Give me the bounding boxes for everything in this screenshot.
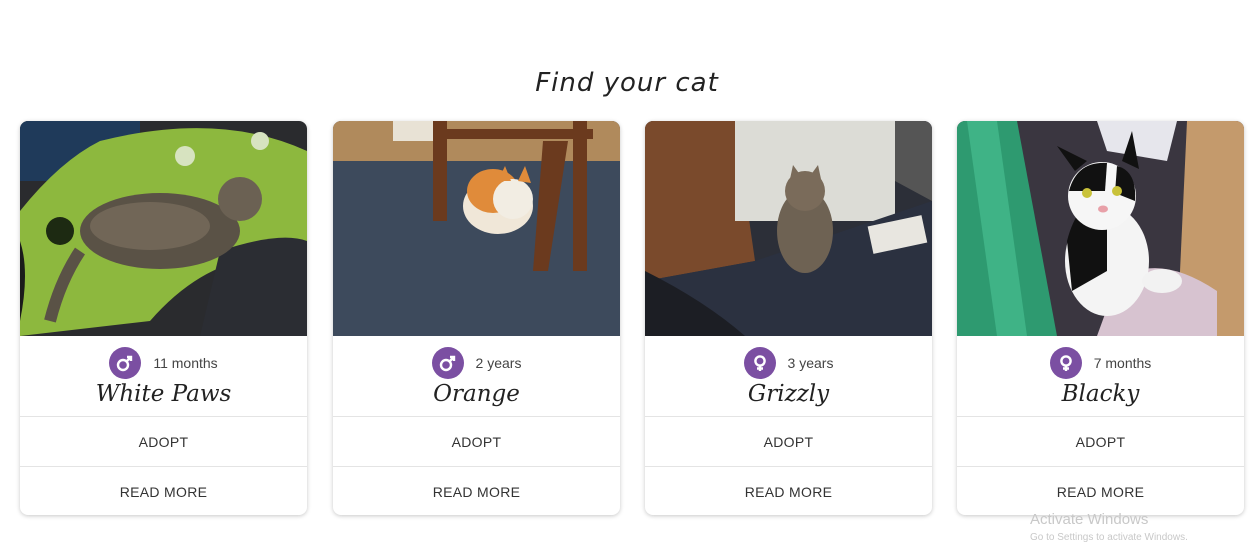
cat-photo xyxy=(333,121,620,336)
adopt-button[interactable]: ADOPT xyxy=(20,416,307,466)
cat-name: Blacky xyxy=(1061,381,1140,407)
cat-photo xyxy=(20,121,307,336)
adopt-button[interactable]: ADOPT xyxy=(645,416,932,466)
male-icon xyxy=(431,347,464,379)
cat-card-blacky: 7 months Blacky ADOPT READ MORE xyxy=(957,121,1244,515)
cat-card-white-paws: 11 months White Paws ADOPT READ MORE xyxy=(20,121,307,515)
cat-name: Grizzly xyxy=(747,381,830,407)
cat-photo xyxy=(957,121,1244,336)
read-more-button[interactable]: READ MORE xyxy=(333,466,620,515)
read-more-button[interactable]: READ MORE xyxy=(645,466,932,515)
page-title: Find your cat xyxy=(535,68,719,98)
cat-name: Orange xyxy=(433,381,520,407)
cat-card-orange: 2 years Orange ADOPT READ MORE xyxy=(333,121,620,515)
cat-age: 7 months xyxy=(1093,355,1152,371)
read-more-button[interactable]: READ MORE xyxy=(957,466,1244,515)
read-more-button[interactable]: READ MORE xyxy=(20,466,307,515)
cat-name: White Paws xyxy=(95,381,232,407)
male-icon xyxy=(109,347,142,379)
watermark-subtitle: Go to Settings to activate Windows. xyxy=(1030,532,1188,543)
cat-photo xyxy=(645,121,932,336)
cat-age: 2 years xyxy=(475,355,522,371)
cat-age: 3 years xyxy=(787,355,834,371)
cat-card-grizzly: 3 years Grizzly ADOPT READ MORE xyxy=(645,121,932,515)
adopt-button[interactable]: ADOPT xyxy=(957,416,1244,466)
cat-age: 11 months xyxy=(153,355,218,371)
watermark-title: Activate Windows xyxy=(1030,511,1149,528)
female-icon xyxy=(743,347,776,379)
activate-windows-watermark: Activate Windows Go to Settings to activ… xyxy=(1030,511,1188,543)
adopt-button[interactable]: ADOPT xyxy=(333,416,620,466)
female-icon xyxy=(1049,347,1082,379)
